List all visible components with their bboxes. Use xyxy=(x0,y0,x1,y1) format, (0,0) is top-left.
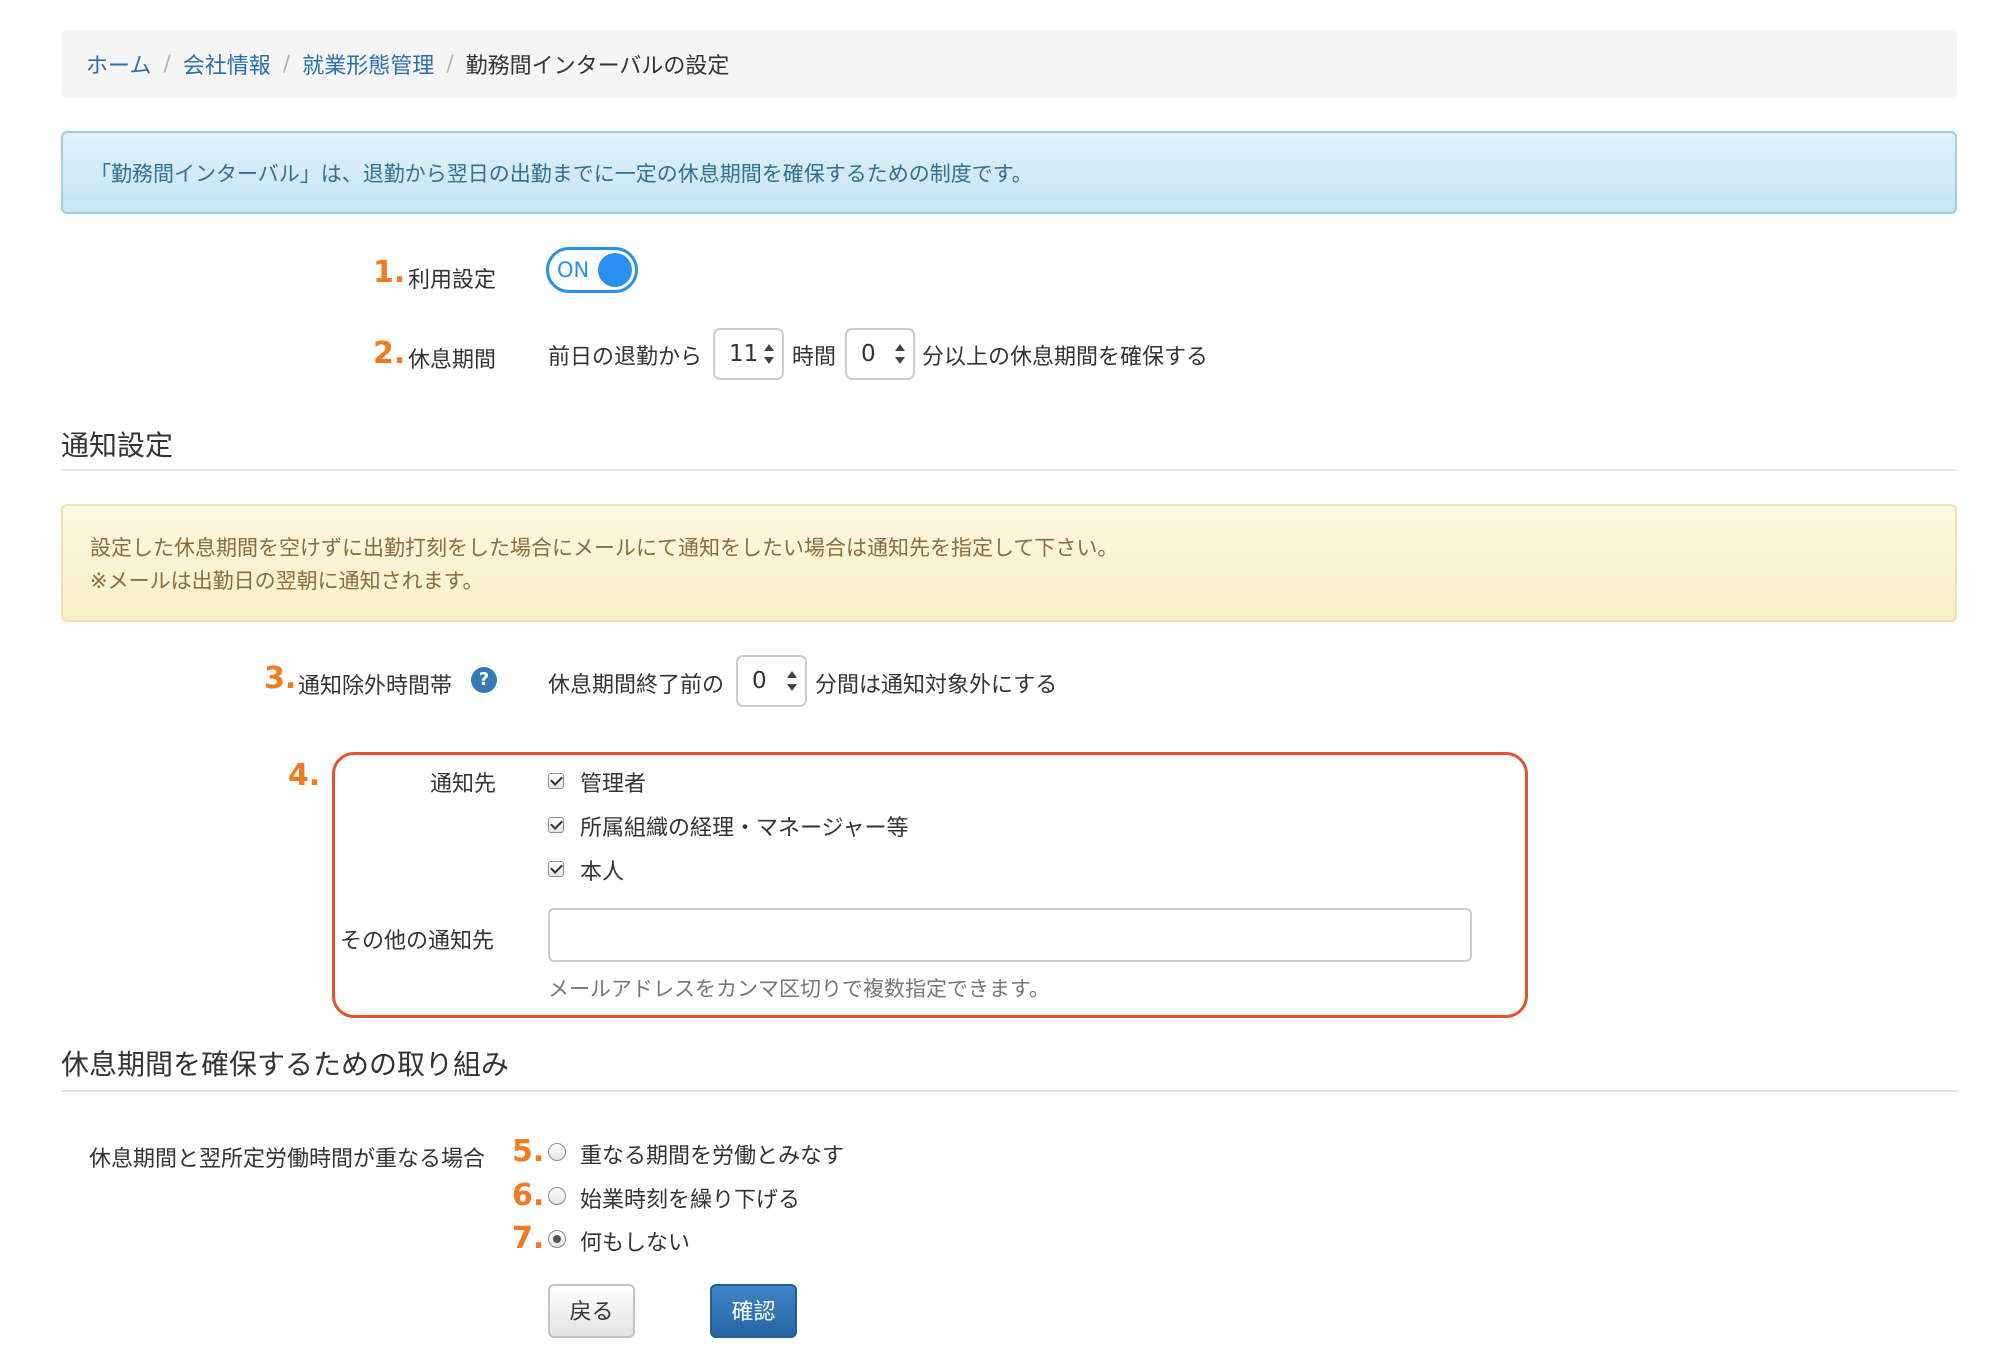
radio-delay-start[interactable] xyxy=(548,1187,566,1205)
radio-count-as-work-label: 重なる期間を労働とみなす xyxy=(580,1144,845,1169)
rest-hours-value: 11 xyxy=(729,341,759,367)
section-divider xyxy=(61,1090,1957,1092)
exclusion-prefix: 休息期間終了前の xyxy=(548,673,725,698)
info-alert: 「勤務間インターバル」は、退勤から翌日の出勤までに一定の休息期間を確保するための… xyxy=(61,131,1957,214)
step-number-6: 6. xyxy=(512,1178,545,1213)
breadcrumb-separator: / xyxy=(163,51,171,77)
spinner-arrows-icon xyxy=(764,344,774,364)
recipients-label: 通知先 xyxy=(430,772,497,797)
step-number-4: 4. xyxy=(288,758,321,793)
other-recipients-hint: メールアドレスをカンマ区切りで複数指定できます。 xyxy=(548,977,1050,1001)
rest-period-prefix: 前日の退勤から xyxy=(548,345,703,370)
spinner-arrows-icon xyxy=(895,344,905,364)
checkbox-manager-label: 所属組織の経理・マネージャー等 xyxy=(580,816,909,841)
warning-line-1: 設定した休息期間を空けずに出勤打刻をした場合にメールにて通知をしたい場合は通知先… xyxy=(90,536,1119,560)
spinner-arrows-icon xyxy=(787,671,797,691)
usage-toggle[interactable]: ON xyxy=(546,247,638,293)
step-number-5: 5. xyxy=(512,1134,545,1169)
checkbox-self-label: 本人 xyxy=(580,860,625,885)
warning-alert: 設定した休息期間を空けずに出勤打刻をした場合にメールにて通知をしたい場合は通知先… xyxy=(61,504,1957,622)
step-number-2: 2. xyxy=(373,336,406,371)
confirm-button[interactable]: 確認 xyxy=(710,1284,797,1338)
help-icon-glyph: ? xyxy=(478,669,490,690)
breadcrumb: ホーム / 会社情報 / 就業形態管理 / 勤務間インターバルの設定 xyxy=(61,30,1957,98)
rest-minutes-select[interactable]: 0 xyxy=(845,328,915,380)
warning-line-2: ※メールは出勤日の翌朝に通知されます。 xyxy=(90,569,484,593)
breadcrumb-company-link[interactable]: 会社情報 xyxy=(183,48,271,80)
exclusion-label: 通知除外時間帯 xyxy=(298,674,453,699)
section-divider xyxy=(61,469,1957,471)
breadcrumb-separator: / xyxy=(282,51,291,77)
measures-section-title: 休息期間を確保するための取り組み xyxy=(61,1048,510,1081)
toggle-state-text: ON xyxy=(557,258,590,282)
checkbox-manager[interactable] xyxy=(548,817,564,833)
radio-count-as-work[interactable] xyxy=(548,1143,566,1161)
radio-delay-start-label: 始業時刻を繰り下げる xyxy=(580,1188,801,1213)
other-recipients-input[interactable] xyxy=(548,908,1472,962)
rest-period-label: 休息期間 xyxy=(408,348,497,373)
overlap-label: 休息期間と翌所定労働時間が重なる場合 xyxy=(89,1147,486,1172)
breadcrumb-work-style-link[interactable]: 就業形態管理 xyxy=(302,48,434,80)
exclusion-minutes-select[interactable]: 0 xyxy=(736,655,807,707)
exclusion-suffix: 分間は通知対象外にする xyxy=(815,673,1058,698)
help-icon[interactable]: ? xyxy=(471,667,497,693)
radio-do-nothing-label: 何もしない xyxy=(580,1231,691,1256)
checkbox-self[interactable] xyxy=(548,861,564,877)
info-alert-text: 「勤務間インターバル」は、退勤から翌日の出勤までに一定の休息期間を確保するための… xyxy=(90,161,1033,186)
usage-label: 利用設定 xyxy=(408,268,497,293)
other-recipients-label: その他の通知先 xyxy=(340,929,495,954)
checkbox-admin-label: 管理者 xyxy=(580,772,647,797)
breadcrumb-separator: / xyxy=(446,51,454,77)
breadcrumb-current: 勤務間インターバルの設定 xyxy=(465,54,730,79)
rest-hours-select[interactable]: 11 xyxy=(713,328,784,380)
back-button[interactable]: 戻る xyxy=(548,1284,635,1338)
rest-minutes-value: 0 xyxy=(861,341,876,367)
radio-do-nothing[interactable] xyxy=(548,1230,566,1248)
exclusion-minutes-value: 0 xyxy=(752,668,767,694)
notify-section-title: 通知設定 xyxy=(61,429,174,462)
step-number-7: 7. xyxy=(512,1221,545,1256)
toggle-knob xyxy=(598,253,632,287)
step-number-3: 3. xyxy=(264,661,297,696)
breadcrumb-home-link[interactable]: ホーム xyxy=(86,48,151,80)
step-number-1: 1. xyxy=(373,255,406,290)
checkbox-admin[interactable] xyxy=(548,773,564,789)
rest-period-suffix: 分以上の休息期間を確保する xyxy=(922,345,1209,370)
rest-hours-unit: 時間 xyxy=(792,345,837,370)
